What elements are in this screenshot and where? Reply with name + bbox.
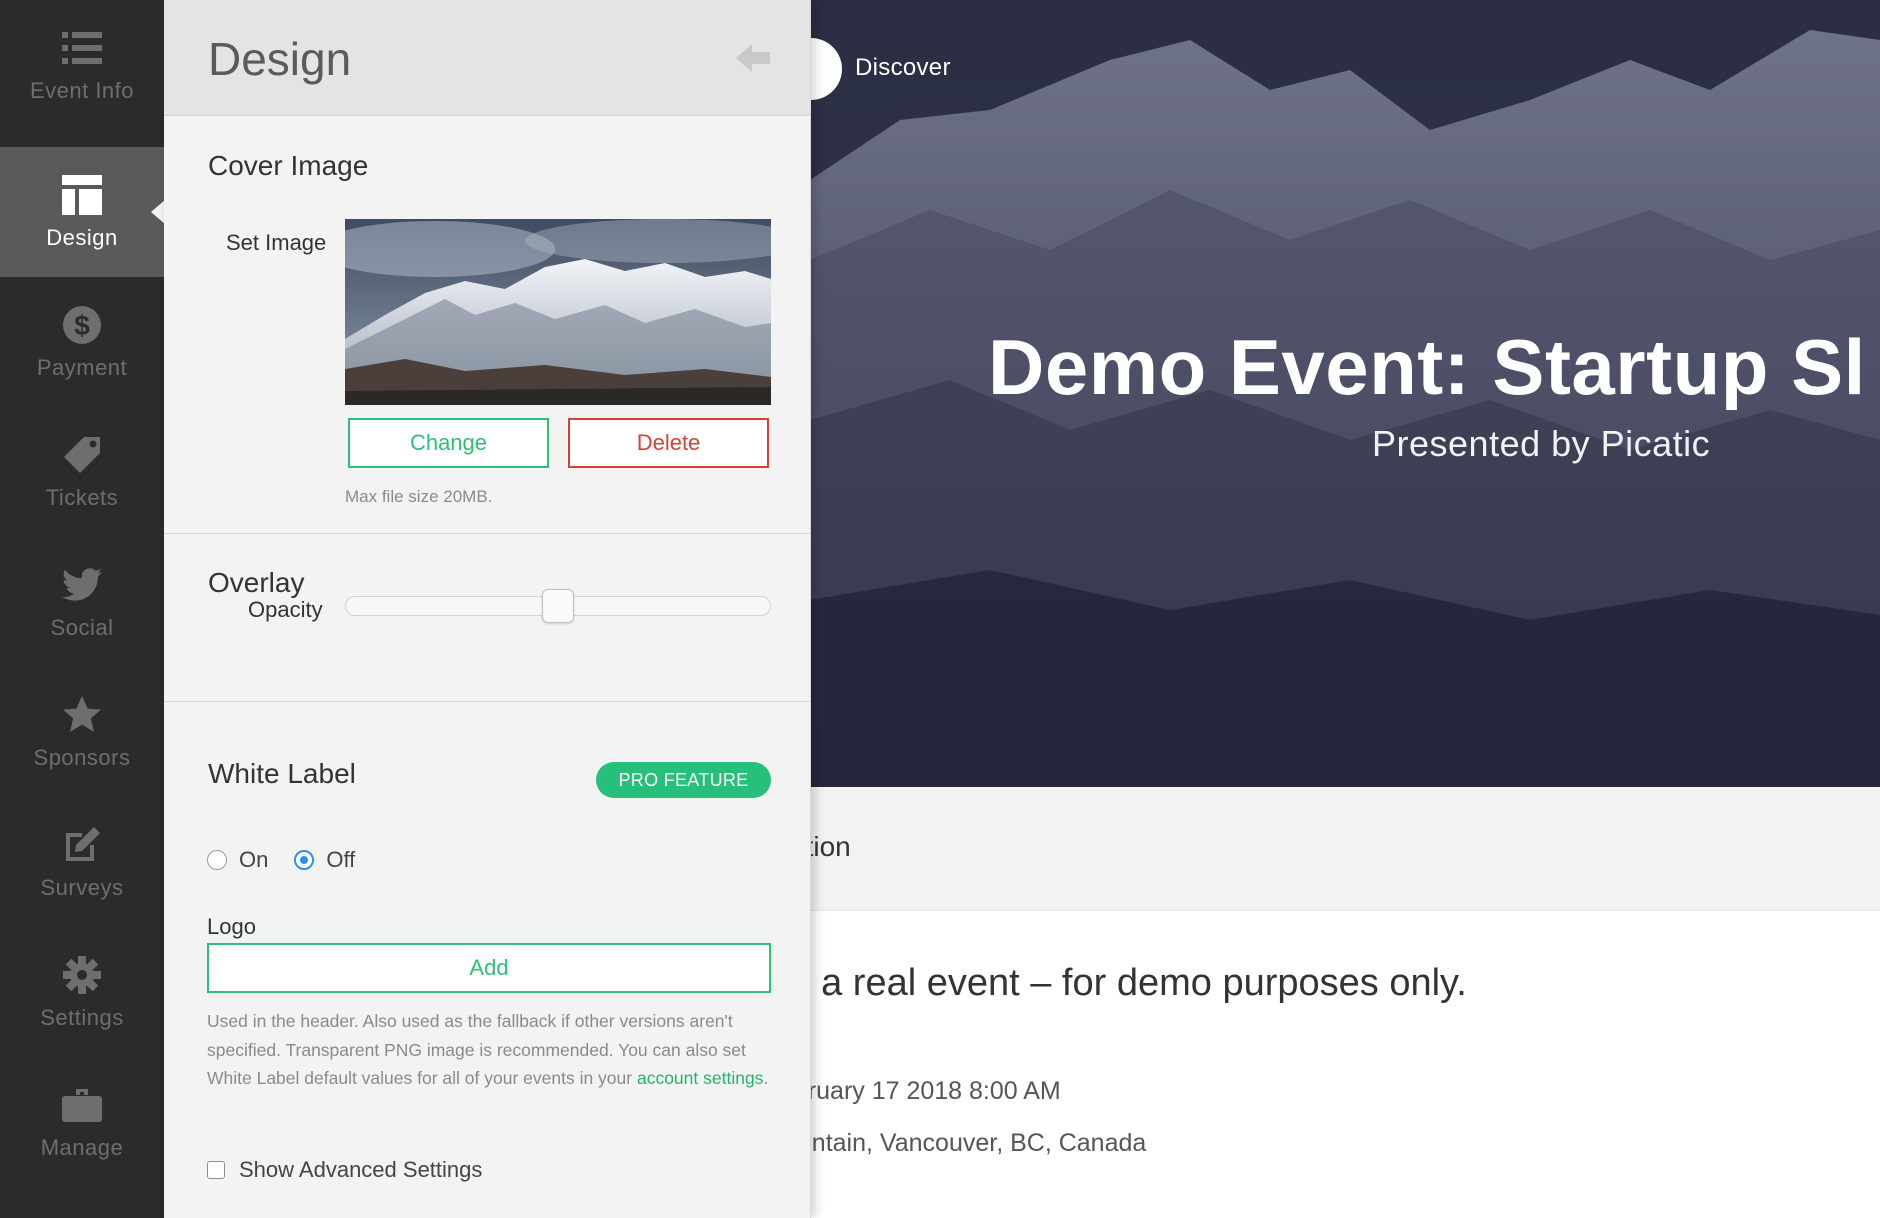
- account-settings-link[interactable]: account settings: [637, 1068, 763, 1088]
- nav-label: Sponsors: [34, 745, 131, 771]
- event-presenter: Presented by Picatic: [1372, 423, 1710, 465]
- gear-icon: [60, 953, 104, 997]
- discover-link[interactable]: Discover: [855, 54, 951, 82]
- add-logo-button[interactable]: Add: [207, 943, 771, 993]
- nav-item-design[interactable]: Design: [0, 147, 164, 277]
- design-panel: Design Cover Image Set Image Change: [164, 0, 811, 1218]
- pro-feature-badge: PRO FEATURE: [596, 762, 771, 798]
- nav-item-event-info[interactable]: Event Info: [0, 0, 164, 130]
- section-title-overlay: Overlay: [208, 567, 304, 599]
- panel-title: Design: [208, 32, 351, 86]
- arrow-left-icon: [736, 44, 770, 72]
- logo-help-text: Used in the header. Also used as the fal…: [207, 1007, 771, 1093]
- briefcase-icon: [60, 1083, 104, 1127]
- nav-label: Tickets: [46, 485, 118, 511]
- white-label-toggle: On Off: [207, 847, 381, 873]
- event-date: ebruary 17 2018 8:00 AM: [810, 1077, 1061, 1106]
- show-advanced-label[interactable]: Show Advanced Settings: [239, 1157, 482, 1183]
- max-file-size-hint: Max file size 20MB.: [345, 487, 492, 507]
- nav-item-manage[interactable]: Manage: [0, 1057, 164, 1187]
- event-title: Demo Event: Startup Sl: [988, 322, 1866, 413]
- event-location: ountain, Vancouver, BC, Canada: [810, 1129, 1146, 1158]
- edit-icon: [60, 823, 104, 867]
- panel-header: Design: [164, 0, 810, 116]
- delete-image-button[interactable]: Delete: [568, 418, 769, 468]
- help-line-2-suffix: .: [763, 1068, 768, 1088]
- event-tabbar: ation: [810, 787, 1880, 911]
- white-label-off-radio[interactable]: [294, 850, 314, 870]
- radio-off-label[interactable]: Off: [326, 847, 355, 873]
- tab-information[interactable]: ation: [810, 831, 851, 863]
- radio-on-label[interactable]: On: [239, 847, 268, 873]
- nav-label: Event Info: [30, 78, 134, 104]
- left-nav: Event Info Design $ Payment Tickets Soci…: [0, 0, 164, 1218]
- section-title-white-label: White Label: [208, 758, 356, 790]
- show-advanced-checkbox[interactable]: [207, 1161, 225, 1179]
- cover-image-thumbnail[interactable]: [345, 219, 771, 405]
- layout-icon: [60, 173, 104, 217]
- nav-label: Design: [46, 225, 117, 251]
- opacity-slider-thumb[interactable]: [542, 589, 574, 623]
- nav-item-sponsors[interactable]: Sponsors: [0, 667, 164, 797]
- list-icon: [60, 26, 104, 70]
- nav-label: Manage: [41, 1135, 124, 1161]
- tag-icon: [60, 433, 104, 477]
- svg-text:$: $: [74, 310, 90, 341]
- white-label-on-radio[interactable]: [207, 850, 227, 870]
- nav-label: Surveys: [41, 875, 124, 901]
- cover-image-section: Cover Image Set Image Change Delete Max …: [164, 116, 810, 534]
- nav-label: Payment: [37, 355, 127, 381]
- change-image-button[interactable]: Change: [348, 418, 549, 468]
- section-title-cover: Cover Image: [208, 150, 368, 182]
- star-icon: [60, 693, 104, 737]
- set-image-label: Set Image: [226, 230, 326, 256]
- nav-item-settings[interactable]: Settings: [0, 927, 164, 1057]
- twitter-icon: [60, 563, 104, 607]
- overlay-section: Overlay Opacity: [164, 534, 810, 702]
- nav-item-payment[interactable]: $ Payment: [0, 277, 164, 407]
- event-description: t a real event – for demo purposes only.: [810, 962, 1467, 1005]
- opacity-label: Opacity: [248, 597, 323, 623]
- nav-item-tickets[interactable]: Tickets: [0, 407, 164, 537]
- nav-item-social[interactable]: Social: [0, 537, 164, 667]
- event-preview: Discover Demo Event: Startup Sl Presente…: [810, 0, 1880, 1218]
- white-label-section: White Label PRO FEATURE On Off Logo Add …: [164, 702, 810, 1218]
- nav-item-surveys[interactable]: Surveys: [0, 797, 164, 927]
- advanced-settings-row: Show Advanced Settings: [207, 1157, 482, 1183]
- dollar-icon: $: [60, 303, 104, 347]
- opacity-slider[interactable]: [345, 596, 771, 616]
- nav-label: Social: [51, 615, 114, 641]
- hero-banner: Discover Demo Event: Startup Sl Presente…: [810, 0, 1880, 787]
- collapse-panel-button[interactable]: [736, 44, 770, 72]
- nav-label: Settings: [40, 1005, 124, 1031]
- logo-label: Logo: [207, 914, 256, 940]
